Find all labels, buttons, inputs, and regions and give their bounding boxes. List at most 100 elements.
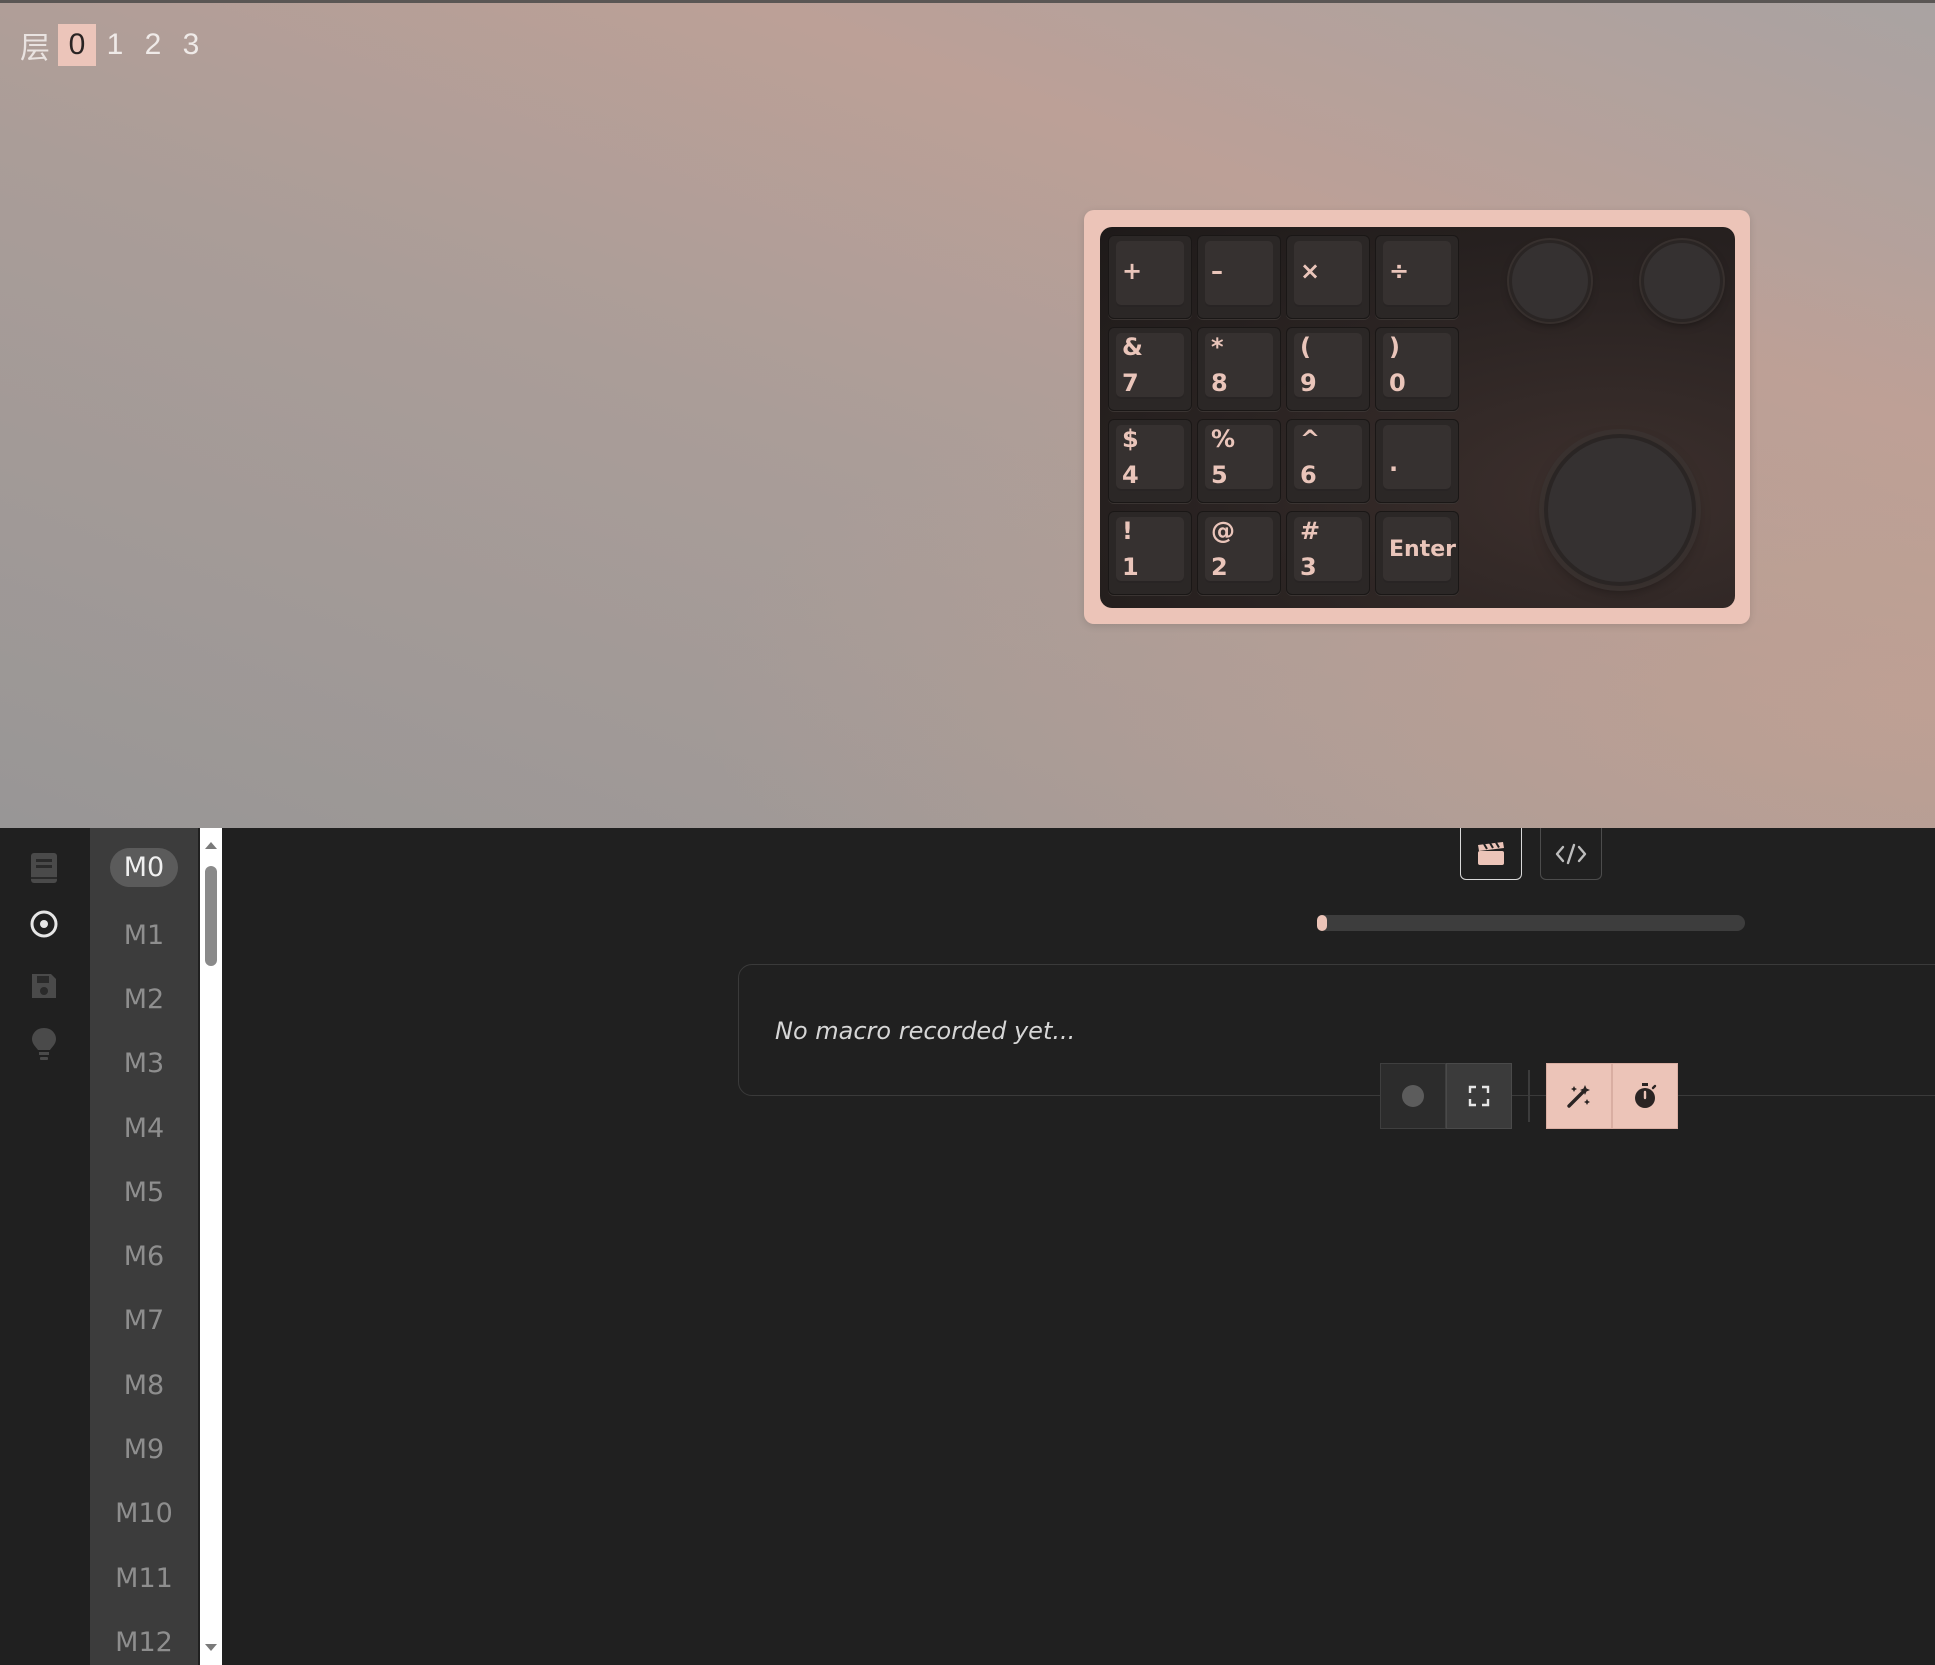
macro-item-m10[interactable]: M10 [90, 1498, 198, 1529]
macro-label: M12 [115, 1627, 173, 1658]
key-shift-legend: % [1211, 425, 1236, 453]
layer-tab-3[interactable]: 3 [172, 24, 210, 66]
macro-label: M9 [123, 1434, 165, 1465]
macro-item-m6[interactable]: M6 [90, 1241, 198, 1272]
macro-item-m12[interactable]: M12 [90, 1627, 198, 1658]
key-1[interactable]: ! 1 [1108, 511, 1192, 595]
macro-label: M10 [115, 1498, 173, 1529]
key-shift-legend: ^ [1300, 425, 1321, 453]
small-knob-right[interactable] [1644, 243, 1720, 319]
macro-item-m8[interactable]: M8 [90, 1370, 198, 1401]
key-9[interactable]: ( 9 [1286, 327, 1370, 411]
key-legend: . [1389, 449, 1399, 477]
macro-label: M0 [109, 848, 179, 887]
key-minus[interactable]: – [1197, 235, 1281, 319]
macro-list: M0 M1 M2 M3 M4 M5 M6 M7 M8 M9 M10 M11 M1… [90, 828, 198, 1665]
clapperboard-icon [1478, 841, 1504, 865]
magic-wand-button[interactable] [1546, 1063, 1612, 1129]
macro-label: M3 [123, 1048, 165, 1079]
key-legend: 3 [1300, 553, 1317, 581]
macro-item-m2[interactable]: M2 [90, 984, 198, 1015]
macro-item-m11[interactable]: M11 [90, 1563, 198, 1594]
small-knob-left[interactable] [1512, 243, 1588, 319]
macro-item-m9[interactable]: M9 [90, 1434, 198, 1465]
target-icon[interactable] [26, 906, 62, 942]
key-legend: 0 [1389, 369, 1406, 397]
key-legend: 8 [1211, 369, 1228, 397]
key-legend: 5 [1211, 461, 1228, 489]
scroll-down-arrow[interactable] [205, 1644, 217, 1651]
macro-item-m5[interactable]: M5 [90, 1177, 198, 1208]
recorder-tab-button[interactable] [1460, 828, 1522, 880]
key-legend: 9 [1300, 369, 1317, 397]
save-icon[interactable] [26, 968, 62, 1004]
progress-fill [1317, 915, 1327, 931]
key-legend: 7 [1122, 369, 1139, 397]
layer-tab-1[interactable]: 1 [96, 24, 134, 66]
key-legend: Enter [1389, 537, 1456, 562]
key-4[interactable]: $ 4 [1108, 419, 1192, 503]
key-8[interactable]: * 8 [1197, 327, 1281, 411]
key-dot[interactable]: . [1375, 419, 1459, 503]
key-plus[interactable]: + [1108, 235, 1192, 319]
macro-item-m0[interactable]: M0 [90, 848, 198, 887]
macro-label: M5 [123, 1177, 165, 1208]
macropad-device: + – × ÷ & 7 * 8 (9) 0 $ 4 % 5 ^ 6 . ! … [1084, 210, 1750, 624]
fullscreen-icon [1468, 1085, 1490, 1107]
macropad-plate: + – × ÷ & 7 * 8 (9) 0 $ 4 % 5 ^ 6 . ! … [1100, 227, 1735, 608]
key-multiply[interactable]: × [1286, 235, 1370, 319]
key-2[interactable]: @ 2 [1197, 511, 1281, 595]
macro-item-m3[interactable]: M3 [90, 1048, 198, 1079]
macro-label: M4 [123, 1113, 165, 1144]
key-divide[interactable]: ÷ [1375, 235, 1459, 319]
key-shift-legend: ) [1389, 333, 1400, 361]
key-6[interactable]: ^ 6 [1286, 419, 1370, 503]
macro-label: M7 [123, 1305, 165, 1336]
record-button[interactable] [1380, 1063, 1446, 1129]
macro-editor-panel: M0 M1 M2 M3 M4 M5 M6 M7 M8 M9 M10 M11 M1… [0, 828, 1935, 1665]
key-shift-legend: @ [1211, 517, 1235, 545]
code-icon [1555, 843, 1587, 864]
scroll-thumb[interactable] [205, 866, 217, 966]
key-shift-legend: * [1211, 333, 1224, 361]
key-legend: + [1122, 257, 1143, 285]
key-3[interactable]: # 3 [1286, 511, 1370, 595]
key-0[interactable]: ) 0 [1375, 327, 1459, 411]
key-legend: 4 [1122, 461, 1139, 489]
key-legend: × [1300, 257, 1321, 285]
code-tab-button[interactable] [1540, 828, 1602, 880]
scroll-up-arrow[interactable] [205, 842, 217, 849]
key-shift-legend: ! [1122, 517, 1133, 545]
key-5[interactable]: % 5 [1197, 419, 1281, 503]
layer-tab-0[interactable]: 0 [58, 24, 96, 66]
macro-label: M2 [123, 984, 165, 1015]
macro-label: M8 [123, 1370, 165, 1401]
side-nav [0, 828, 90, 1665]
key-legend: ÷ [1389, 257, 1410, 285]
key-shift-legend: # [1300, 517, 1321, 545]
macro-controls [1380, 1063, 1678, 1129]
layer-label: 层 [20, 31, 50, 66]
keyboard-preview-area: 层 0 1 2 3 + – × ÷ & 7 * 8 (9) 0 $ 4 % … [0, 0, 1935, 828]
macro-list-scrollbar[interactable] [200, 828, 222, 1665]
key-legend: – [1211, 257, 1223, 285]
playback-progress-bar[interactable] [1317, 915, 1745, 931]
key-legend: 6 [1300, 461, 1317, 489]
book-icon[interactable] [26, 850, 62, 886]
macro-item-m4[interactable]: M4 [90, 1113, 198, 1144]
key-shift-legend: & [1122, 333, 1143, 361]
lightbulb-icon[interactable] [26, 1026, 62, 1062]
controls-divider [1528, 1070, 1530, 1122]
stopwatch-icon [1635, 1083, 1657, 1108]
macro-empty-message: No macro recorded yet... [775, 1017, 1076, 1045]
macro-item-m7[interactable]: M7 [90, 1305, 198, 1336]
fullscreen-button[interactable] [1446, 1063, 1512, 1129]
magic-wand-icon [1567, 1085, 1590, 1108]
macro-item-m1[interactable]: M1 [90, 920, 198, 951]
key-7[interactable]: & 7 [1108, 327, 1192, 411]
key-enter[interactable]: Enter [1375, 511, 1459, 595]
layer-tab-2[interactable]: 2 [134, 24, 172, 66]
large-knob[interactable] [1548, 438, 1692, 582]
macro-label: M11 [115, 1563, 173, 1594]
stopwatch-button[interactable] [1612, 1063, 1678, 1129]
